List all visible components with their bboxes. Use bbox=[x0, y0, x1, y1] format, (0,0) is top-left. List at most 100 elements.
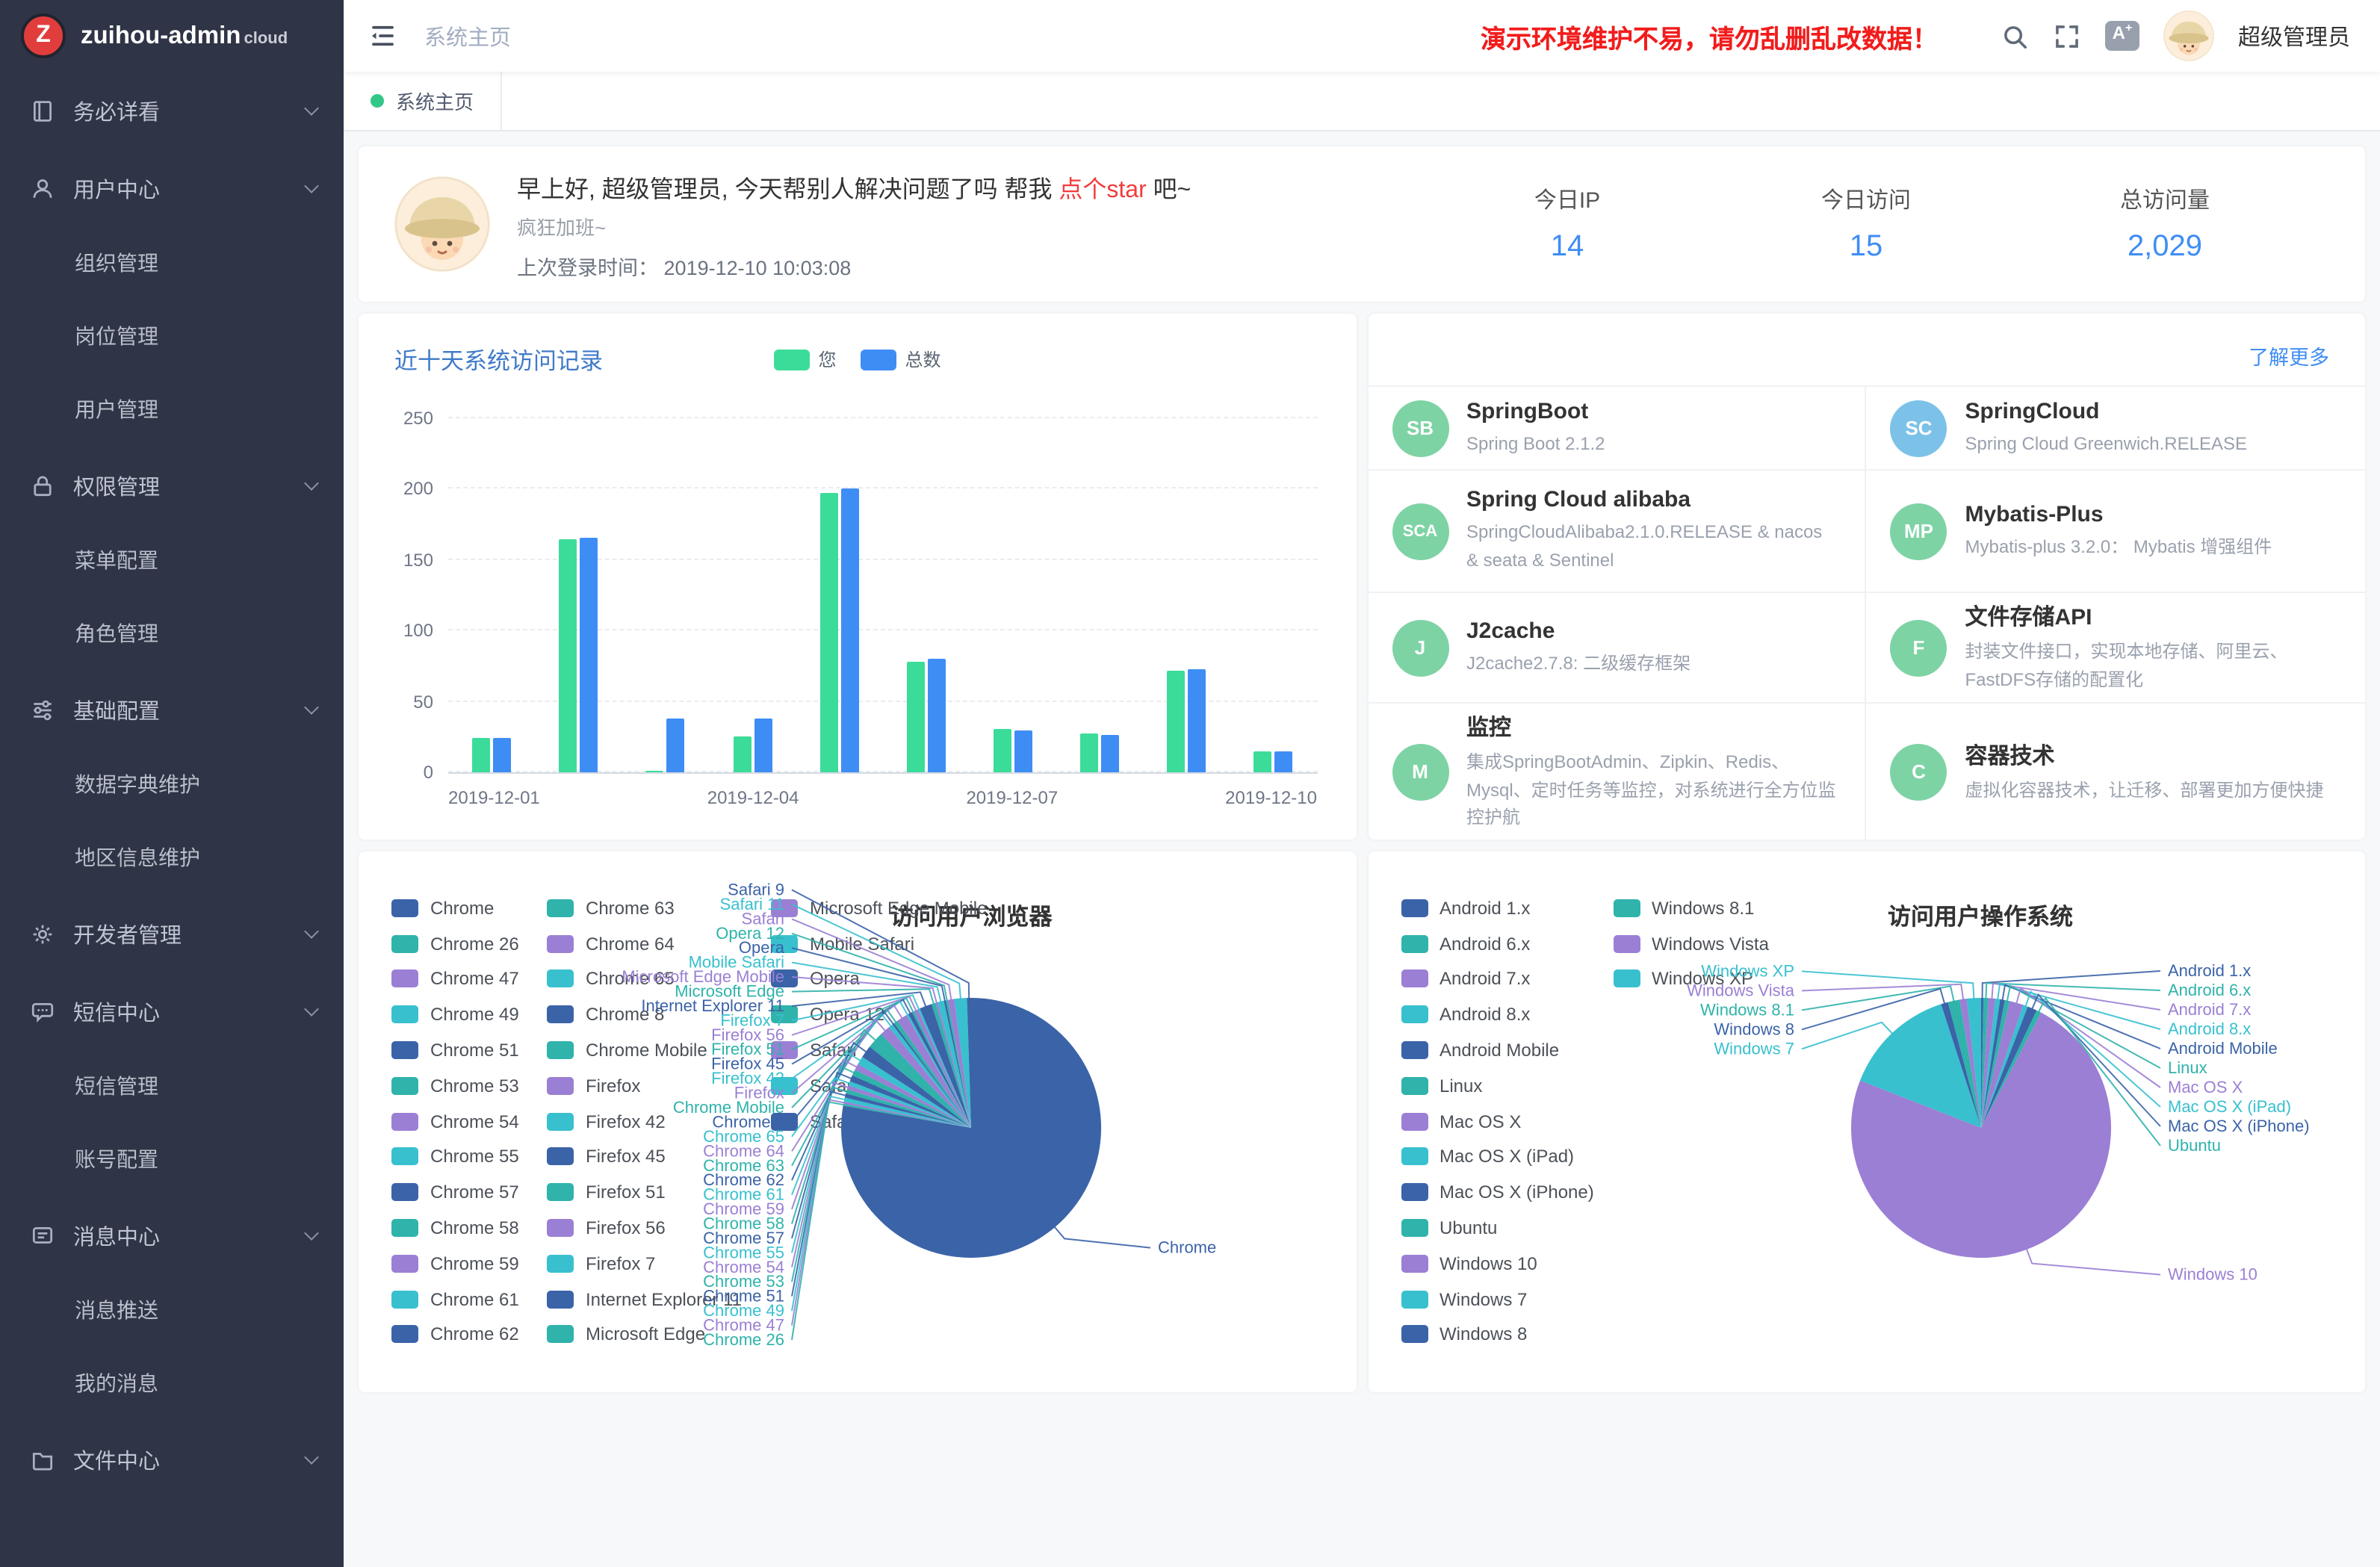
sidebar-item-3[interactable]: 基础配置 bbox=[0, 671, 344, 748]
stat-label: 总访问量 bbox=[2015, 184, 2314, 215]
sidebar-item-6[interactable]: 消息中心 bbox=[0, 1197, 344, 1274]
stat-label: 今日访问 bbox=[1717, 184, 2015, 215]
fullscreen-icon[interactable] bbox=[2053, 22, 2081, 50]
bar[interactable] bbox=[733, 737, 751, 772]
tech-card-desc: Mybatis-plus 3.2.0： Mybatis 增强组件 bbox=[1965, 533, 2272, 560]
stats: 今日IP14今日访问15总访问量2,029 bbox=[1418, 184, 2314, 264]
tech-card-icon: F bbox=[1891, 619, 1947, 676]
tech-card-desc: Spring Boot 2.1.2 bbox=[1466, 429, 1605, 457]
bar[interactable] bbox=[1014, 730, 1032, 772]
sidebar-item-label: 权限管理 bbox=[73, 470, 160, 501]
sidebar-subitem[interactable]: 组织管理 bbox=[0, 227, 344, 300]
pie-label: Windows 8.1 bbox=[1699, 1000, 1794, 1019]
stat: 总访问量2,029 bbox=[2015, 184, 2314, 264]
sidebar-subitem[interactable]: 用户管理 bbox=[0, 373, 344, 447]
app-root: Z zuihou-admincloud 务必详看用户中心组织管理岗位管理用户管理… bbox=[0, 0, 2380, 1567]
sidebar-item-2[interactable]: 权限管理 bbox=[0, 447, 344, 524]
sidebar-subitem[interactable]: 账号配置 bbox=[0, 1123, 344, 1197]
tab-home[interactable]: 系统主页 bbox=[344, 72, 502, 130]
sidebar-subitem[interactable]: 消息推送 bbox=[0, 1274, 344, 1347]
sidebar-item-4[interactable]: 开发者管理 bbox=[0, 895, 344, 972]
sidebar-subitem[interactable]: 短信管理 bbox=[0, 1050, 344, 1123]
sidebar-item-5[interactable]: 短信中心 bbox=[0, 972, 344, 1050]
app-logo[interactable]: Z zuihou-admincloud bbox=[0, 0, 344, 72]
tech-card: M监控集成SpringBootAdmin、Zipkin、Redis、Mysql、… bbox=[1368, 704, 1867, 840]
pie-label: Chrome 26 bbox=[703, 1330, 784, 1349]
sidebar-nav: 务必详看用户中心组织管理岗位管理用户管理权限管理菜单配置角色管理基础配置数据字典… bbox=[0, 72, 344, 1498]
pie-label: Ubuntu bbox=[2167, 1136, 2220, 1155]
browser-pie-chart[interactable]: ChromeSafari 9Safari 11SafariOpera 12Ope… bbox=[359, 851, 1345, 1392]
os-pie-chart[interactable]: Android 1.xAndroid 6.xAndroid 7.xAndroid… bbox=[1368, 851, 2354, 1392]
star-link[interactable]: 点个star bbox=[1059, 177, 1146, 202]
sidebar-subitem[interactable]: 菜单配置 bbox=[0, 524, 344, 598]
bar[interactable] bbox=[1189, 669, 1206, 772]
x-axis-label: 2019-12-07 bbox=[966, 774, 1058, 808]
pie-label: Android 8.x bbox=[2167, 1020, 2250, 1038]
sidebar-subitem[interactable]: 数据字典维护 bbox=[0, 748, 344, 822]
breadcrumb[interactable]: 系统主页 bbox=[424, 20, 511, 52]
bar[interactable] bbox=[819, 494, 837, 773]
chevron-down-icon bbox=[304, 924, 319, 939]
sidebar-item-label: 务必详看 bbox=[73, 95, 160, 126]
bar-group bbox=[622, 418, 709, 772]
bar[interactable] bbox=[1101, 736, 1119, 772]
bar[interactable] bbox=[754, 719, 772, 772]
greeting-avatar bbox=[394, 176, 490, 272]
legend-item[interactable]: 您 bbox=[773, 347, 836, 372]
greeting-text: 早上好, 超级管理员, 今天帮别人解决问题了吗 帮我 点个star 吧~ 疯狂加… bbox=[517, 168, 1418, 280]
x-axis-label bbox=[1141, 774, 1225, 808]
bar-group bbox=[1056, 418, 1143, 772]
header-actions: 演示环境维护不易，请勿乱删乱改数据！ A+ bbox=[1481, 10, 2350, 61]
legend-item[interactable]: 总数 bbox=[861, 347, 941, 372]
bar[interactable] bbox=[667, 719, 685, 772]
sidebar-subitem[interactable]: 我的消息 bbox=[0, 1347, 344, 1421]
visit-bar-chart[interactable]: 0501001502002502019-12-012019-12-042019-… bbox=[448, 418, 1317, 774]
tech-card: JJ2cacheJ2cache2.7.8: 二级缓存框架 bbox=[1368, 593, 1867, 704]
tech-card-desc: Spring Cloud Greenwich.RELEASE bbox=[1965, 429, 2248, 457]
bar[interactable] bbox=[1275, 751, 1293, 772]
bar[interactable] bbox=[646, 771, 664, 772]
greeting-mood: 疯狂加班~ bbox=[517, 211, 1418, 240]
sidebar-subitem[interactable]: 地区信息维护 bbox=[0, 822, 344, 895]
sidebar-item-0[interactable]: 务必详看 bbox=[0, 72, 344, 149]
sidebar-subitem[interactable]: 岗位管理 bbox=[0, 300, 344, 373]
lock-icon bbox=[30, 473, 55, 498]
tech-card-icon: J bbox=[1392, 619, 1448, 676]
bar[interactable] bbox=[928, 659, 946, 772]
bar[interactable] bbox=[1080, 734, 1098, 772]
sidebar-subitem[interactable]: 角色管理 bbox=[0, 598, 344, 671]
bar[interactable] bbox=[559, 539, 577, 772]
menu-fold-icon[interactable] bbox=[368, 21, 397, 51]
bar[interactable] bbox=[907, 662, 925, 772]
username[interactable]: 超级管理员 bbox=[2238, 20, 2350, 52]
tech-card: SCSpringCloudSpring Cloud Greenwich.RELE… bbox=[1867, 387, 2366, 471]
tech-card-icon: MP bbox=[1891, 503, 1947, 559]
y-axis-label: 0 bbox=[424, 762, 433, 783]
tech-card-icon: SC bbox=[1891, 400, 1947, 456]
more-link[interactable]: 了解更多 bbox=[2249, 341, 2329, 370]
bar[interactable] bbox=[493, 739, 511, 773]
pie-label: Android Mobile bbox=[2167, 1039, 2277, 1058]
sidebar-item-1[interactable]: 用户中心 bbox=[0, 149, 344, 227]
tab-active-dot bbox=[371, 94, 384, 108]
tech-card-title: Mybatis-Plus bbox=[1965, 501, 2272, 527]
search-icon[interactable] bbox=[2001, 22, 2029, 50]
bar[interactable] bbox=[1168, 671, 1186, 773]
visit-chart-panel: 近十天系统访问记录 您总数 0501001502002502019-12-012… bbox=[359, 314, 1356, 840]
user-icon bbox=[30, 176, 55, 201]
pie-label: Android 6.x bbox=[2167, 981, 2250, 999]
user-avatar[interactable] bbox=[2163, 10, 2214, 61]
bar[interactable] bbox=[472, 739, 490, 773]
bar[interactable] bbox=[994, 728, 1011, 772]
bar[interactable] bbox=[840, 489, 858, 772]
pie-label: Mac OS X (iPhone) bbox=[2167, 1117, 2309, 1135]
x-axis-label bbox=[799, 774, 883, 808]
bar-group bbox=[796, 418, 882, 772]
font-size-icon[interactable]: A+ bbox=[2105, 21, 2139, 51]
sidebar-item-7[interactable]: 文件中心 bbox=[0, 1421, 344, 1498]
bar[interactable] bbox=[580, 537, 598, 772]
y-axis-label: 150 bbox=[403, 550, 433, 571]
header: 系统主页 演示环境维护不易，请勿乱删乱改数据！ A+ bbox=[344, 0, 2380, 72]
bar[interactable] bbox=[1254, 751, 1272, 772]
warning-text: 演示环境维护不易，请勿乱删乱改数据！ bbox=[1481, 17, 1938, 55]
